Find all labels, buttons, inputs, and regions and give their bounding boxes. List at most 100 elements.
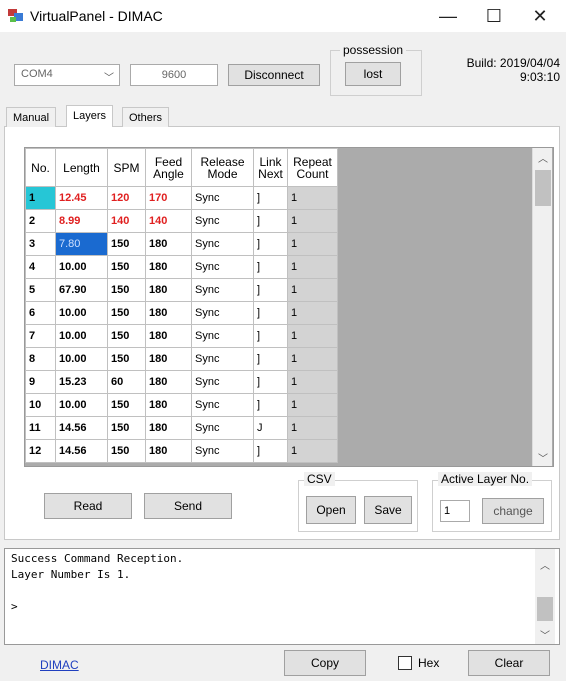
disconnect-button[interactable]: Disconnect — [228, 64, 320, 86]
cell-spm[interactable]: 150 — [107, 301, 146, 325]
dimac-link[interactable]: DIMAC — [40, 658, 79, 672]
cell-link-next[interactable]: ] — [253, 255, 288, 279]
cell-no[interactable]: 1 — [25, 186, 56, 210]
scrollbar-thumb[interactable] — [537, 597, 553, 621]
cell-no[interactable]: 9 — [25, 370, 56, 394]
cell-release-mode[interactable]: Sync — [191, 232, 254, 256]
possession-button[interactable]: lost — [345, 62, 401, 86]
baud-field[interactable]: 9600 — [130, 64, 218, 86]
cell-repeat-count[interactable]: 1 — [287, 278, 338, 302]
cell-release-mode[interactable]: Sync — [191, 347, 254, 371]
cell-repeat-count[interactable]: 1 — [287, 209, 338, 233]
cell-link-next[interactable]: ] — [253, 370, 288, 394]
active-layer-input[interactable]: 1 — [440, 500, 470, 522]
cell-repeat-count[interactable]: 1 — [287, 439, 338, 463]
cell-length[interactable]: 67.90 — [55, 278, 108, 302]
table-row[interactable]: 10 10.00 150 180 Sync] 1 — [25, 393, 338, 417]
cell-repeat-count[interactable]: 1 — [287, 255, 338, 279]
cell-no[interactable]: 2 — [25, 209, 56, 233]
cell-link-next[interactable]: ] — [253, 232, 288, 256]
cell-feed-angle[interactable]: 180 — [145, 278, 192, 302]
table-row[interactable]: 7 10.00 150 180 Sync] 1 — [25, 324, 338, 348]
cell-no[interactable]: 8 — [25, 347, 56, 371]
cell-repeat-count[interactable]: 1 — [287, 347, 338, 371]
cell-no[interactable]: 3 — [25, 232, 56, 256]
cell-release-mode[interactable]: Sync — [191, 186, 254, 210]
cell-length[interactable]: 15.23 — [55, 370, 108, 394]
cell-release-mode[interactable]: Sync — [191, 278, 254, 302]
minimize-button[interactable]: — — [424, 0, 472, 32]
scrollbar-thumb[interactable] — [535, 170, 551, 206]
cell-feed-angle[interactable]: 170 — [145, 186, 192, 210]
table-row[interactable]: 12 14.56 150 180 Sync] 1 — [25, 439, 338, 463]
copy-button[interactable]: Copy — [284, 650, 366, 676]
cell-link-next[interactable]: ] — [253, 393, 288, 417]
tab-layers[interactable]: Layers — [66, 105, 114, 127]
cell-link-next[interactable]: ] — [253, 186, 288, 210]
tab-others[interactable]: Others — [122, 107, 170, 127]
cell-length[interactable]: 10.00 — [55, 324, 108, 348]
hex-checkbox[interactable] — [398, 656, 412, 670]
table-row[interactable]: 9 15.23 60 180 Sync] 1 — [25, 370, 338, 394]
read-button[interactable]: Read — [44, 493, 132, 519]
clear-button[interactable]: Clear — [468, 650, 550, 676]
cell-length[interactable]: 10.00 — [55, 393, 108, 417]
cell-repeat-count[interactable]: 1 — [287, 186, 338, 210]
scroll-down-icon[interactable]: ﹀ — [538, 450, 548, 465]
cell-repeat-count[interactable]: 1 — [287, 301, 338, 325]
send-button[interactable]: Send — [144, 493, 232, 519]
cell-link-next[interactable]: ] — [253, 301, 288, 325]
cell-release-mode[interactable]: Sync — [191, 255, 254, 279]
cell-release-mode[interactable]: Sync — [191, 301, 254, 325]
log-scrollbar[interactable]: ︿ ﹀ — [535, 549, 555, 644]
cell-length[interactable]: 10.00 — [55, 255, 108, 279]
cell-release-mode[interactable]: Sync — [191, 370, 254, 394]
cell-feed-angle[interactable]: 180 — [145, 232, 192, 256]
cell-feed-angle[interactable]: 180 — [145, 301, 192, 325]
port-select[interactable]: COM4 ﹀ — [14, 64, 120, 86]
cell-no[interactable]: 6 — [25, 301, 56, 325]
close-button[interactable]: ✕ — [516, 0, 564, 32]
cell-length[interactable]: 7.80 — [55, 232, 108, 256]
layers-grid[interactable]: No. Length SPM Feed Angle Release Mode L… — [24, 147, 554, 467]
scroll-up-icon[interactable]: ︿ — [538, 150, 548, 165]
cell-spm[interactable]: 150 — [107, 255, 146, 279]
cell-link-next[interactable]: ] — [253, 347, 288, 371]
grid-scrollbar[interactable]: ︿ ﹀ — [532, 148, 552, 466]
cell-length[interactable]: 10.00 — [55, 301, 108, 325]
csv-open-button[interactable]: Open — [306, 496, 356, 524]
table-row[interactable]: 4 10.00 150 180 Sync] 1 — [25, 255, 338, 279]
table-row[interactable]: 11 14.56 150 180 Sync J 1 — [25, 416, 338, 440]
cell-link-next[interactable]: J — [253, 416, 288, 440]
cell-length[interactable]: 12.45 — [55, 186, 108, 210]
cell-length[interactable]: 8.99 — [55, 209, 108, 233]
cell-spm[interactable]: 120 — [107, 186, 146, 210]
cell-no[interactable]: 11 — [25, 416, 56, 440]
scroll-up-icon[interactable]: ︿ — [540, 557, 550, 572]
cell-no[interactable]: 10 — [25, 393, 56, 417]
cell-repeat-count[interactable]: 1 — [287, 416, 338, 440]
cell-spm[interactable]: 150 — [107, 278, 146, 302]
cell-link-next[interactable]: ] — [253, 324, 288, 348]
cell-link-next[interactable]: ] — [253, 209, 288, 233]
cell-spm[interactable]: 150 — [107, 439, 146, 463]
cell-feed-angle[interactable]: 180 — [145, 416, 192, 440]
change-button[interactable]: change — [482, 498, 544, 524]
cell-feed-angle[interactable]: 180 — [145, 370, 192, 394]
cell-release-mode[interactable]: Sync — [191, 439, 254, 463]
cell-spm[interactable]: 150 — [107, 232, 146, 256]
cell-spm[interactable]: 60 — [107, 370, 146, 394]
csv-save-button[interactable]: Save — [364, 496, 412, 524]
cell-feed-angle[interactable]: 180 — [145, 347, 192, 371]
cell-feed-angle[interactable]: 180 — [145, 393, 192, 417]
cell-spm[interactable]: 150 — [107, 416, 146, 440]
cell-release-mode[interactable]: Sync — [191, 393, 254, 417]
cell-spm[interactable]: 150 — [107, 347, 146, 371]
cell-feed-angle[interactable]: 180 — [145, 324, 192, 348]
cell-no[interactable]: 12 — [25, 439, 56, 463]
cell-spm[interactable]: 150 — [107, 324, 146, 348]
cell-release-mode[interactable]: Sync — [191, 209, 254, 233]
table-row[interactable]: 3 7.80 150 180 Sync] 1 — [25, 232, 338, 256]
tab-manual[interactable]: Manual — [6, 107, 57, 127]
log-box[interactable]: Success Command Reception. Layer Number … — [4, 548, 560, 645]
